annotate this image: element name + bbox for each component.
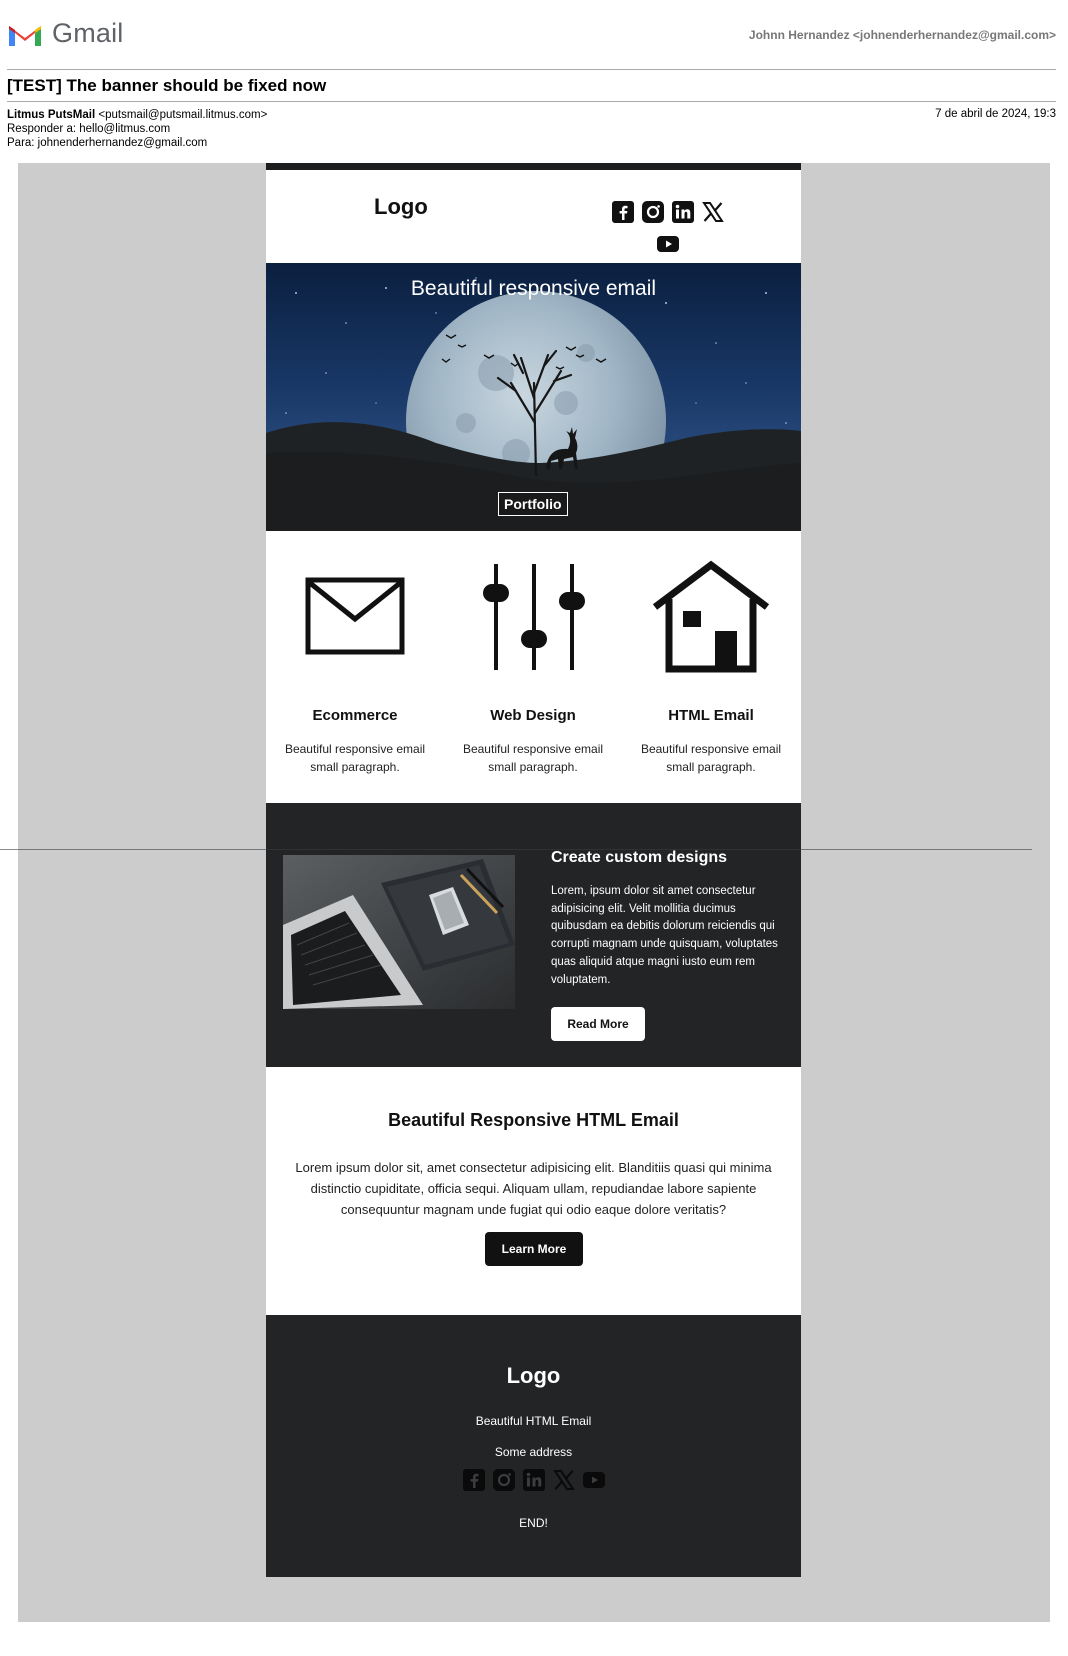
account-label: Johnn Hernandez <johnenderhernandez@gmai… — [748, 28, 1056, 42]
x-icon[interactable] — [701, 200, 725, 224]
hero-banner: Beautiful responsive email Portfolio — [266, 263, 801, 531]
email-meta: Litmus PutsMail <putsmail@putsmail.litmu… — [7, 108, 267, 150]
envelope-icon — [305, 577, 405, 655]
linkedin-icon[interactable] — [522, 1468, 546, 1492]
feature-title: Ecommerce — [312, 707, 398, 724]
footer-logo[interactable]: Logo — [266, 1363, 801, 1389]
footer-end-text: END! — [519, 1516, 548, 1530]
sender-email: <putsmail@putsmail.litmus.com> — [98, 109, 268, 121]
house-icon — [652, 560, 770, 673]
header-logo[interactable]: Logo — [374, 194, 428, 220]
instagram-icon[interactable] — [492, 1468, 516, 1492]
feature-html-email: HTML Email Beautiful responsive email sm… — [622, 557, 800, 776]
divider — [7, 69, 1056, 70]
feature-text: Beautiful responsive email small paragra… — [284, 742, 426, 774]
custom-designs-section: Create custom designs Lorem, ipsum dolor… — [0, 803, 1032, 1067]
section-text: Lorem ipsum dolor sit, amet consectetur … — [295, 1160, 772, 1217]
feature-title: Web Design — [490, 707, 576, 724]
gmail-header: Gmail Johnn Hernandez <johnenderhernande… — [0, 0, 1068, 70]
feature-web-design: Web Design Beautiful responsive email sm… — [444, 557, 622, 776]
banner-title: Beautiful responsive email — [410, 277, 657, 300]
email-footer: Logo Beautiful HTML Email Some address E… — [266, 1315, 801, 1577]
feature-title: HTML Email — [668, 707, 754, 724]
divider — [7, 101, 1056, 102]
divider — [0, 849, 1032, 850]
section-text: Lorem, ipsum dolor sit amet consectetur … — [551, 885, 778, 986]
top-bar — [266, 163, 801, 170]
moon-night-illustration — [266, 277, 801, 531]
linkedin-icon[interactable] — [671, 200, 695, 224]
footer-tagline: Beautiful HTML Email — [475, 1414, 592, 1428]
sliders-icon — [483, 564, 585, 670]
gmail-logo-icon — [9, 26, 41, 46]
recipient: Para: johnenderhernandez@gmail.com — [7, 137, 208, 149]
read-more-button[interactable]: Read More — [551, 1007, 645, 1041]
footer-address: Some address — [494, 1445, 573, 1459]
portfolio-button[interactable]: Portfolio — [498, 492, 568, 516]
info-section: Beautiful Responsive HTML Email Lorem ip… — [266, 1067, 801, 1315]
youtube-icon[interactable] — [656, 232, 680, 256]
youtube-icon[interactable] — [582, 1468, 606, 1492]
feature-text: Beautiful responsive email small paragra… — [462, 742, 604, 774]
feature-ecommerce: Ecommerce Beautiful responsive email sma… — [266, 557, 444, 776]
laptop-phone-photo — [283, 855, 515, 1009]
gmail-app-name: Gmail — [52, 18, 124, 48]
email-subject: [TEST] The banner should be fixed now — [7, 76, 327, 95]
facebook-icon[interactable] — [611, 200, 635, 224]
email-header: Logo — [266, 170, 801, 263]
features-section: Ecommerce Beautiful responsive email sma… — [266, 531, 801, 803]
feature-text: Beautiful responsive email small paragra… — [640, 742, 782, 774]
section-title: Create custom designs — [551, 849, 728, 866]
sender-name: Litmus PutsMail — [7, 109, 96, 121]
footer-social-links — [266, 1468, 801, 1492]
header-social-links — [611, 200, 731, 256]
facebook-icon[interactable] — [462, 1468, 486, 1492]
instagram-icon[interactable] — [641, 200, 665, 224]
learn-more-button[interactable]: Learn More — [485, 1232, 583, 1266]
email-date: 7 de abril de 2024, 19:3 — [935, 108, 1056, 120]
x-icon[interactable] — [552, 1468, 576, 1492]
section-title: Beautiful Responsive HTML Email — [388, 1110, 679, 1130]
reply-to: Responder a: hello@litmus.com — [7, 123, 171, 135]
email-body: Logo Beautiful responsive email Portfoli… — [0, 163, 1032, 1577]
